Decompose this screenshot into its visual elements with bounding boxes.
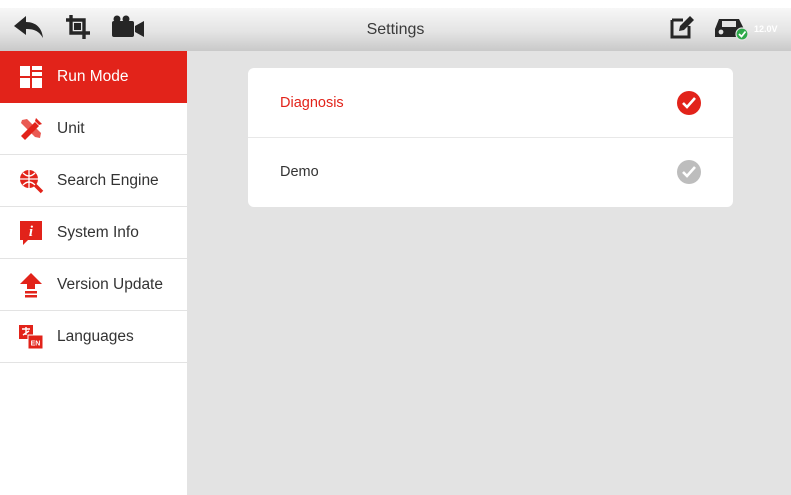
sidebar-item-unit[interactable]: Unit [0, 103, 187, 155]
sidebar-item-languages[interactable]: EN Languages [0, 311, 187, 363]
video-camera-icon [111, 15, 145, 44]
language-icon: EN [18, 324, 44, 350]
sidebar-item-system-info[interactable]: i System Info [0, 207, 187, 259]
checkmark-unselected-icon [677, 160, 701, 184]
upload-arrow-icon [18, 272, 44, 298]
sidebar-item-label: Version Update [57, 275, 163, 293]
settings-sidebar: Run Mode Unit Search Engine i System Inf… [0, 51, 187, 495]
option-label: Diagnosis [280, 94, 344, 111]
sidebar-item-label: System Info [57, 223, 139, 241]
back-arrow-icon [12, 14, 44, 45]
top-bar: Settings 12.0V [0, 0, 791, 51]
screenshot-button[interactable] [60, 8, 96, 51]
checkmark-selected-icon [677, 90, 701, 115]
crop-icon [65, 14, 91, 45]
run-mode-icon [18, 64, 44, 90]
back-button[interactable] [10, 8, 46, 51]
edit-button[interactable] [666, 8, 698, 51]
info-icon: i [18, 220, 44, 246]
sidebar-item-label: Languages [57, 327, 134, 345]
search-globe-icon [18, 168, 44, 194]
run-mode-options-card: Diagnosis Demo [248, 68, 733, 207]
vci-car-icon [713, 13, 749, 46]
sidebar-item-label: Search Engine [57, 171, 159, 189]
sidebar-item-version-update[interactable]: Version Update [0, 259, 187, 311]
sidebar-item-label: Unit [57, 119, 85, 137]
sidebar-item-label: Run Mode [57, 67, 129, 85]
svg-text:EN: EN [31, 340, 41, 347]
sidebar-item-run-mode[interactable]: Run Mode [0, 51, 187, 103]
main-content: Diagnosis Demo [187, 51, 791, 495]
vci-status-button[interactable] [712, 8, 750, 51]
sidebar-item-search-engine[interactable]: Search Engine [0, 155, 187, 207]
option-diagnosis[interactable]: Diagnosis [248, 68, 733, 137]
battery-voltage: 12.0V [754, 24, 778, 34]
unit-tools-icon [18, 116, 44, 142]
screen-record-button[interactable] [108, 8, 148, 51]
option-demo[interactable]: Demo [248, 137, 733, 206]
option-label: Demo [280, 164, 319, 180]
edit-icon [669, 14, 695, 45]
